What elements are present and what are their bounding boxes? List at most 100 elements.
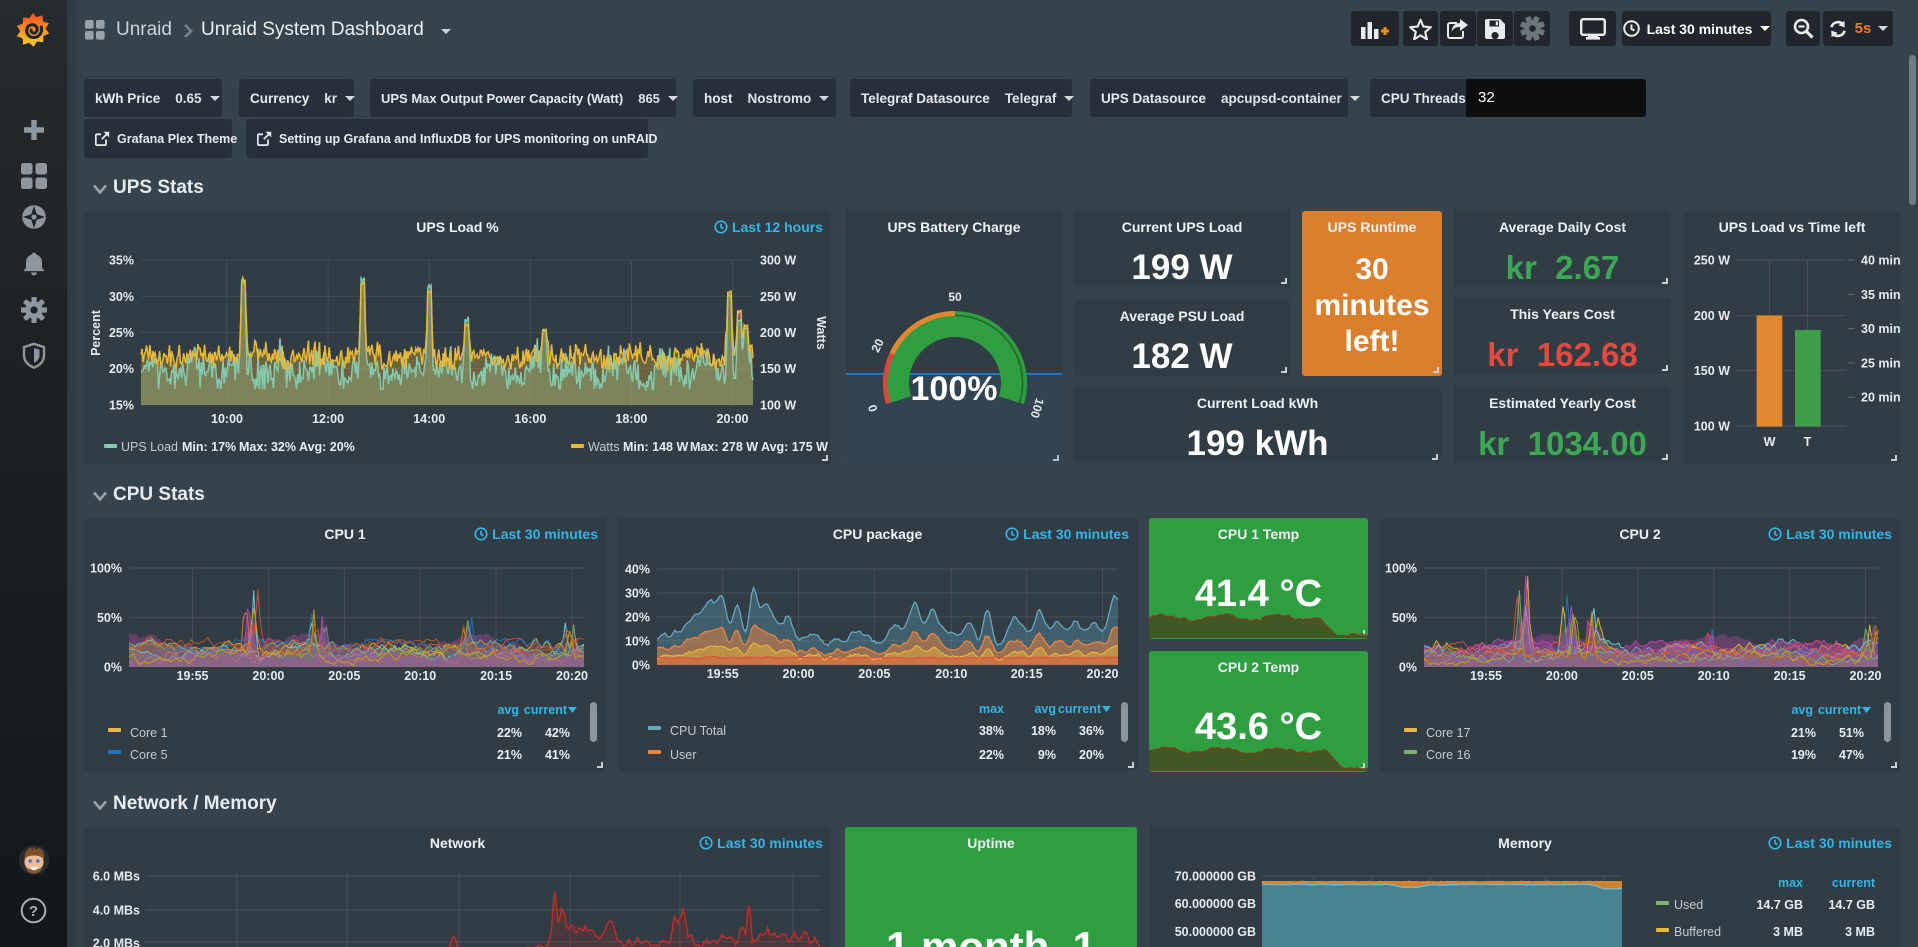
svg-text:50%: 50% (97, 611, 122, 625)
svg-text:41%: 41% (545, 748, 570, 762)
svg-text:current: current (1818, 703, 1862, 717)
svg-text:Core 16: Core 16 (1426, 748, 1471, 762)
svg-text:100%: 100% (1385, 562, 1417, 576)
svg-text:40%: 40% (625, 563, 650, 577)
svg-text:20:10: 20:10 (1698, 669, 1730, 683)
svg-text:0%: 0% (1399, 661, 1417, 675)
svg-text:Min: 148 W: Min: 148 W (623, 440, 688, 454)
svg-text:20:15: 20:15 (1774, 669, 1806, 683)
svg-text:Core 1: Core 1 (130, 726, 168, 740)
svg-text:Watts: Watts (588, 440, 619, 454)
svg-text:200 W: 200 W (760, 326, 796, 340)
svg-text:20:15: 20:15 (480, 669, 512, 683)
svg-text:14.7 GB: 14.7 GB (1756, 898, 1803, 912)
svg-text:22%: 22% (979, 748, 1004, 762)
svg-text:200 W: 200 W (1694, 309, 1730, 323)
svg-text:20:05: 20:05 (328, 669, 360, 683)
svg-text:20%: 20% (1079, 748, 1104, 762)
svg-text:25%: 25% (109, 326, 134, 340)
svg-text:avg: avg (1791, 703, 1813, 717)
svg-text:51%: 51% (1839, 726, 1864, 740)
svg-text:9%: 9% (1038, 748, 1056, 762)
svg-text:20: 20 (868, 336, 887, 354)
svg-text:20%: 20% (625, 610, 650, 624)
svg-text:100 W: 100 W (1694, 420, 1730, 434)
svg-text:Watts: Watts (814, 316, 828, 350)
svg-text:User: User (670, 748, 696, 762)
svg-text:avg: avg (497, 703, 519, 717)
svg-text:Percent: Percent (89, 309, 103, 356)
svg-text:19:55: 19:55 (707, 667, 739, 681)
svg-text:Avg: 20%: Avg: 20% (299, 440, 355, 454)
svg-text:21%: 21% (497, 748, 522, 762)
svg-text:6.0 MBs: 6.0 MBs (93, 870, 140, 884)
svg-text:30 min: 30 min (1861, 322, 1900, 336)
svg-text:50.000000 GB: 50.000000 GB (1175, 925, 1256, 939)
svg-text:Used: Used (1674, 898, 1703, 912)
svg-text:35 min: 35 min (1861, 288, 1900, 302)
svg-text:20 min: 20 min (1861, 391, 1900, 405)
svg-text:20%: 20% (109, 362, 134, 376)
svg-text:20:20: 20:20 (1087, 667, 1119, 681)
svg-text:50: 50 (948, 290, 962, 304)
svg-text:25 min: 25 min (1861, 356, 1900, 370)
svg-text:21%: 21% (1791, 726, 1816, 740)
svg-text:250 W: 250 W (1694, 254, 1730, 268)
svg-text:0%: 0% (104, 661, 122, 675)
svg-text:current: current (524, 703, 568, 717)
svg-text:100%: 100% (90, 562, 122, 576)
svg-text:150 W: 150 W (1694, 364, 1730, 378)
svg-text:20:00: 20:00 (252, 669, 284, 683)
svg-text:100 W: 100 W (760, 399, 796, 413)
svg-text:4.0 MBs: 4.0 MBs (93, 904, 140, 918)
svg-text:UPS Load: UPS Load (121, 440, 178, 454)
svg-text:20:20: 20:20 (556, 669, 588, 683)
svg-text:30%: 30% (109, 290, 134, 304)
svg-text:20:10: 20:10 (404, 669, 436, 683)
svg-text:20:05: 20:05 (858, 667, 890, 681)
svg-text:47%: 47% (1839, 748, 1864, 762)
svg-text:19:55: 19:55 (177, 669, 209, 683)
svg-text:20:05: 20:05 (1622, 669, 1654, 683)
svg-text:3 MB: 3 MB (1773, 925, 1803, 939)
svg-text:max: max (1778, 876, 1803, 890)
svg-text:Min: 17%: Min: 17% (182, 440, 236, 454)
svg-text:Core 5: Core 5 (130, 748, 168, 762)
svg-text:Max: 32%: Max: 32% (239, 440, 296, 454)
svg-text:2.0 MBs: 2.0 MBs (93, 937, 140, 947)
svg-text:16:00: 16:00 (514, 412, 546, 426)
svg-text:Avg: 175 W: Avg: 175 W (761, 440, 828, 454)
svg-text:max: max (979, 702, 1004, 716)
svg-text:20:15: 20:15 (1011, 667, 1043, 681)
svg-text:20:00: 20:00 (1546, 669, 1578, 683)
svg-text:10%: 10% (625, 634, 650, 648)
svg-text:18%: 18% (1031, 724, 1056, 738)
svg-text:?: ? (29, 903, 38, 920)
svg-text:42%: 42% (545, 726, 570, 740)
svg-text:14:00: 14:00 (413, 412, 445, 426)
svg-text:avg: avg (1034, 702, 1056, 716)
svg-text:36%: 36% (1079, 724, 1104, 738)
svg-text:20:00: 20:00 (783, 667, 815, 681)
svg-text:35%: 35% (109, 254, 134, 268)
svg-text:60.000000 GB: 60.000000 GB (1175, 897, 1256, 911)
svg-text:18:00: 18:00 (615, 412, 647, 426)
svg-text:14.7 GB: 14.7 GB (1828, 898, 1875, 912)
svg-text:T: T (1804, 435, 1812, 449)
svg-text:20:10: 20:10 (935, 667, 967, 681)
svg-text:20:20: 20:20 (1850, 669, 1882, 683)
svg-text:40 min: 40 min (1861, 254, 1900, 268)
svg-text:19%: 19% (1791, 748, 1816, 762)
svg-text:Buffered: Buffered (1674, 925, 1721, 939)
svg-text:22%: 22% (497, 726, 522, 740)
svg-text:W: W (1764, 435, 1776, 449)
svg-text:300 W: 300 W (760, 254, 796, 268)
svg-text:CPU Total: CPU Total (670, 724, 726, 738)
svg-text:30%: 30% (625, 587, 650, 601)
svg-text:current: current (1832, 876, 1876, 890)
svg-text:0%: 0% (632, 658, 650, 672)
svg-text:current: current (1058, 702, 1102, 716)
svg-text:70.000000 GB: 70.000000 GB (1175, 870, 1256, 884)
svg-text:15%: 15% (109, 399, 134, 413)
svg-text:12:00: 12:00 (312, 412, 344, 426)
